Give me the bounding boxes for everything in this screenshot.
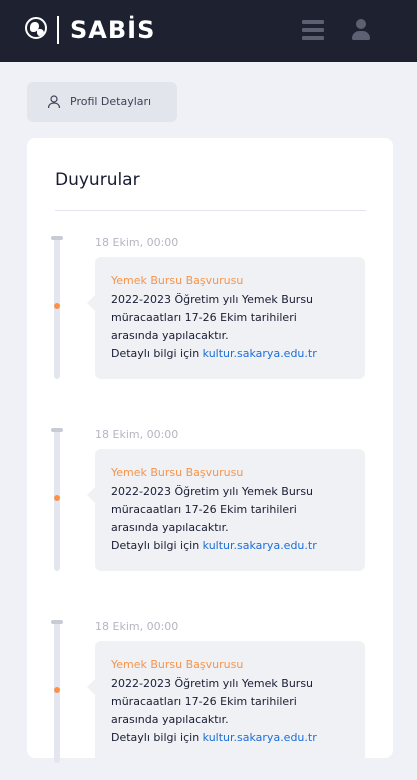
- detail-prefix: Detaylı bilgi için: [111, 731, 200, 744]
- timeline-dot-icon: [54, 303, 60, 309]
- announcement-date: 18 Ekim, 00:00: [95, 428, 179, 441]
- announcement-line: arasında yapılacaktır.: [111, 329, 229, 342]
- brand-logo-text[interactable]: SABİS: [70, 14, 155, 46]
- announcement-body: 2022-2023 Öğretim yılı Yemek Bursu mürac…: [111, 483, 356, 555]
- announcement-date: 18 Ekim, 00:00: [95, 236, 179, 249]
- timeline-dot-icon: [54, 495, 60, 501]
- announcement-line: müracaatları 17-26 Ekim tarihileri: [111, 503, 297, 516]
- timeline-cap: [51, 620, 63, 624]
- announcement-title: Yemek Bursu Başvurusu: [111, 466, 244, 479]
- announcement-body: 2022-2023 Öğretim yılı Yemek Bursu mürac…: [111, 291, 356, 363]
- profile-details-label: Profil Detayları: [70, 95, 152, 108]
- announcement-body: 2022-2023 Öğretim yılı Yemek Bursu mürac…: [111, 675, 356, 747]
- announcement-date: 18 Ekim, 00:00: [95, 620, 179, 633]
- announcement-bubble: Yemek Bursu Başvurusu 2022-2023 Öğretim …: [87, 641, 365, 763]
- announcement-bubble: Yemek Bursu Başvurusu 2022-2023 Öğretim …: [87, 257, 365, 379]
- announcement-line: müracaatları 17-26 Ekim tarihileri: [111, 311, 297, 324]
- user-account-icon[interactable]: [350, 19, 372, 41]
- announcement-line: 2022-2023 Öğretim yılı Yemek Bursu: [111, 677, 314, 690]
- timeline-dot-icon: [54, 687, 60, 693]
- hamburger-menu-icon[interactable]: [302, 20, 324, 40]
- detail-link[interactable]: kultur.sakarya.edu.tr: [203, 731, 317, 744]
- announcement-line: müracaatları 17-26 Ekim tarihileri: [111, 695, 297, 708]
- announcement-line: arasında yapılacaktır.: [111, 521, 229, 534]
- timeline-item: 18 Ekim, 00:00 Yemek Bursu Başvurusu 202…: [27, 428, 393, 588]
- user-outline-icon: [47, 95, 61, 109]
- detail-prefix: Detaylı bilgi için: [111, 347, 200, 360]
- profile-details-button[interactable]: Profil Detayları: [27, 82, 177, 122]
- announcement-bubble: Yemek Bursu Başvurusu 2022-2023 Öğretim …: [87, 449, 365, 571]
- detail-link[interactable]: kultur.sakarya.edu.tr: [203, 347, 317, 360]
- announcement-detail: Detaylı bilgi için kultur.sakarya.edu.tr: [111, 537, 356, 555]
- announcement-detail: Detaylı bilgi için kultur.sakarya.edu.tr: [111, 345, 356, 363]
- announcement-line: 2022-2023 Öğretim yılı Yemek Bursu: [111, 293, 314, 306]
- announcement-title: Yemek Bursu Başvurusu: [111, 274, 244, 287]
- announcement-title: Yemek Bursu Başvurusu: [111, 658, 244, 671]
- logo-divider: [57, 16, 59, 44]
- top-navbar: SABİS: [0, 0, 417, 62]
- announcement-line: 2022-2023 Öğretim yılı Yemek Bursu: [111, 485, 314, 498]
- detail-prefix: Detaylı bilgi için: [111, 539, 200, 552]
- timeline-cap: [51, 236, 63, 240]
- announcements-title: Duyurular: [55, 170, 140, 190]
- globe-logo-icon: [25, 17, 47, 39]
- detail-link[interactable]: kultur.sakarya.edu.tr: [203, 539, 317, 552]
- announcement-line: arasında yapılacaktır.: [111, 713, 229, 726]
- timeline-item: 18 Ekim, 00:00 Yemek Bursu Başvurusu 202…: [27, 620, 393, 780]
- announcement-detail: Detaylı bilgi için kultur.sakarya.edu.tr: [111, 729, 356, 747]
- timeline-item: 18 Ekim, 00:00 Yemek Bursu Başvurusu 202…: [27, 236, 393, 396]
- divider: [55, 210, 366, 211]
- timeline-cap: [51, 428, 63, 432]
- announcements-card: Duyurular 18 Ekim, 00:00 Yemek Bursu Baş…: [27, 138, 393, 763]
